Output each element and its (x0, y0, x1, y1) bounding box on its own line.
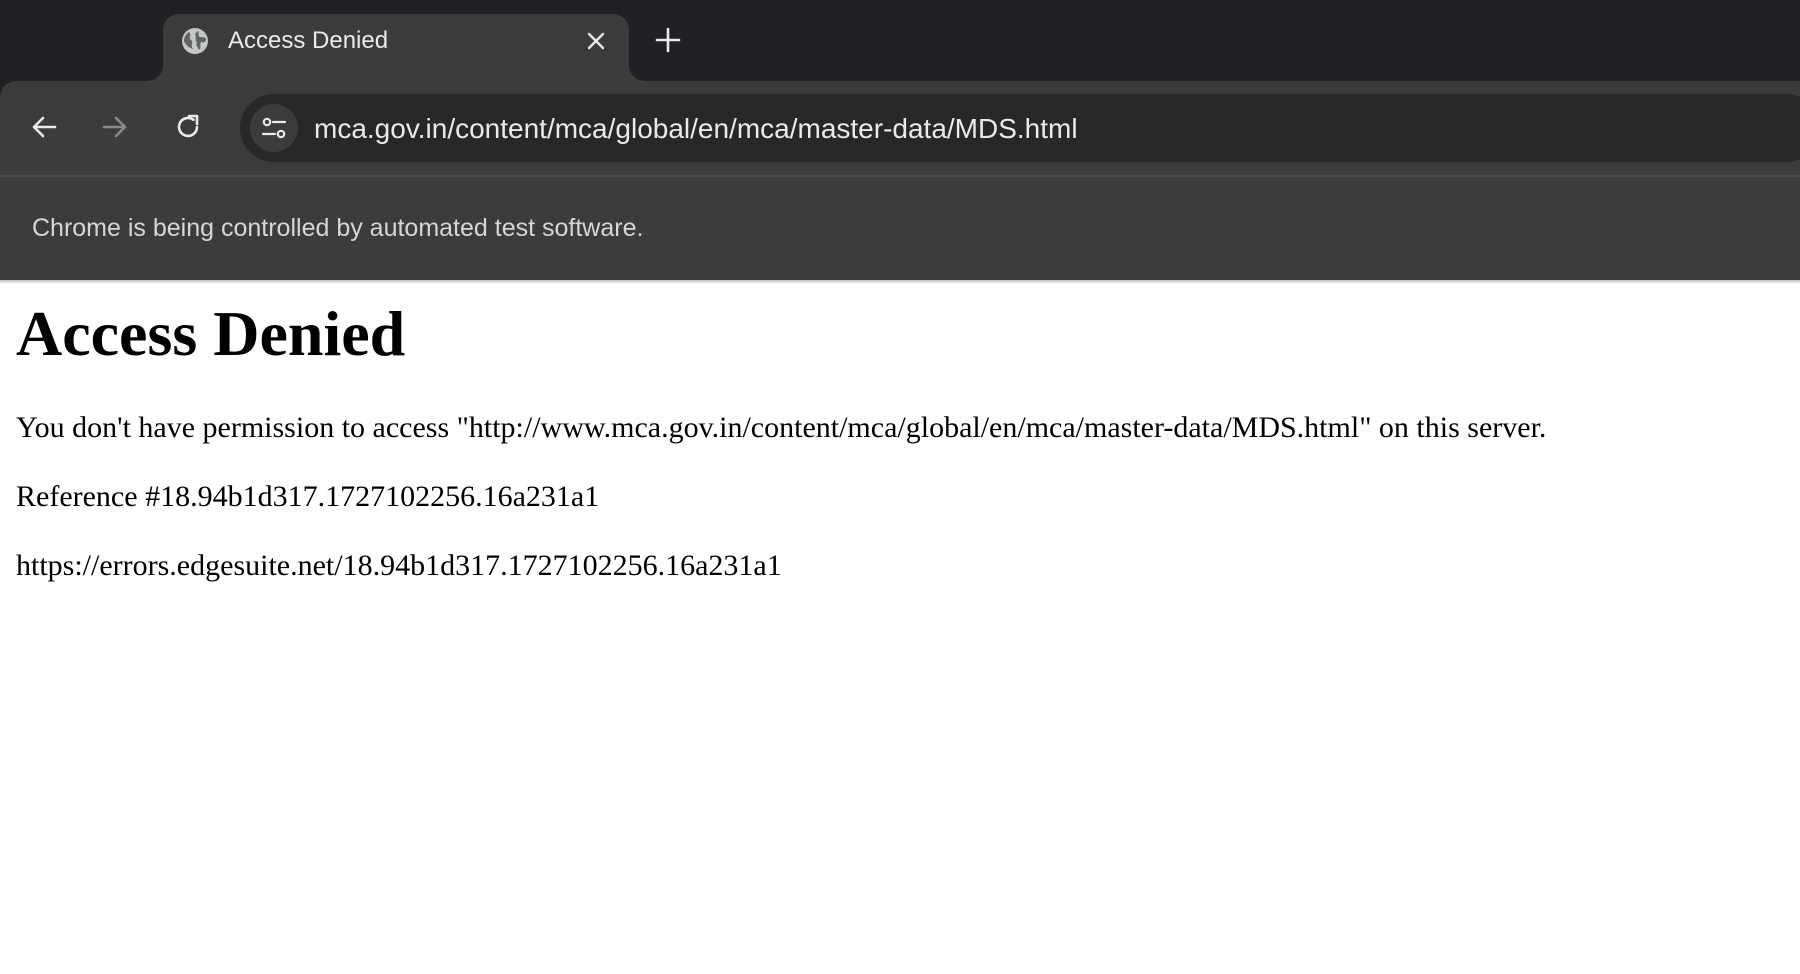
tab-curve-left (147, 65, 163, 81)
globe-icon (180, 26, 210, 56)
close-icon[interactable] (581, 26, 611, 56)
url-text[interactable]: mca.gov.in/content/mca/global/en/mca/mas… (314, 113, 1714, 145)
toolbar: mca.gov.in/content/mca/global/en/mca/mas… (0, 81, 1800, 175)
tune-icon[interactable] (250, 104, 298, 152)
tab-curve-right (629, 65, 645, 81)
plus-icon[interactable] (652, 24, 684, 56)
automation-infobar: Chrome is being controlled by automated … (0, 177, 1800, 280)
arrow-right-icon[interactable] (95, 107, 135, 147)
tab-strip: Access Denied (0, 0, 1800, 81)
reload-icon[interactable] (168, 107, 208, 147)
infobar-text: Chrome is being controlled by automated … (32, 214, 644, 242)
page-content: Access Denied You don't have permission … (0, 284, 1800, 974)
error-url: https://errors.edgesuite.net/18.94b1d317… (16, 549, 782, 582)
arrow-left-icon[interactable] (24, 107, 64, 147)
permission-message: You don't have permission to access "htt… (16, 411, 1547, 444)
browser-window: Access Denied mca.gov.in/content/mca/glo… (0, 0, 1800, 974)
address-bar[interactable]: mca.gov.in/content/mca/global/en/mca/mas… (240, 94, 1800, 162)
tab-access-denied[interactable]: Access Denied (163, 14, 629, 81)
reference-number: Reference #18.94b1d317.1727102256.16a231… (16, 480, 600, 513)
page-title: Access Denied (16, 298, 406, 369)
tab-title: Access Denied (228, 27, 389, 54)
